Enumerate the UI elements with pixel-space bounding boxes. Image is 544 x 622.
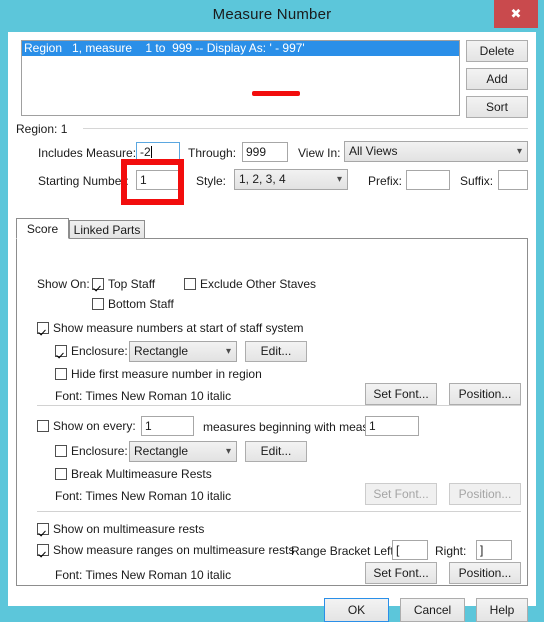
through-input[interactable]: 999	[242, 142, 288, 162]
section-divider-1	[37, 405, 521, 406]
prefix-label: Prefix:	[368, 174, 403, 188]
checkbox-label: Enclosure:	[71, 444, 128, 458]
dialog-client-area: Region 1, measure 1 to 999 -- Display As…	[8, 32, 536, 622]
checkbox-label: Show measure ranges on multimeasure rest…	[53, 543, 295, 557]
checkbox-label: Bottom Staff	[108, 297, 174, 311]
checkbox-top-staff[interactable]: Top Staff	[92, 277, 155, 291]
show-on-label: Show On:	[37, 277, 90, 291]
window-title: Measure Number	[212, 6, 332, 23]
position-button-1[interactable]: Position...	[449, 383, 521, 405]
starting-number-label: Starting Number:	[38, 174, 129, 188]
chevron-down-icon: ▾	[516, 146, 522, 157]
checkbox-box	[37, 322, 49, 334]
tab-score[interactable]: Score	[16, 218, 69, 239]
style-select[interactable]: 1, 2, 3, 4 ▾	[234, 169, 348, 190]
checkbox-hide-first-measure-number[interactable]: Hide first measure number in region	[55, 367, 262, 381]
checkbox-label: Top Staff	[108, 277, 156, 291]
checkbox-label: Enclosure:	[71, 344, 128, 358]
font-label-2: Font: Times New Roman 10 italic	[55, 489, 232, 503]
checkbox-show-at-start[interactable]: Show measure numbers at start of staff s…	[37, 321, 304, 335]
score-tab-panel: Show On: Top Staff Exclude Other Staves …	[16, 238, 528, 586]
close-icon[interactable]: ✖	[494, 0, 538, 28]
checkbox-show-on-every[interactable]: Show on every:	[37, 419, 136, 433]
chevron-down-icon: ▾	[336, 174, 342, 185]
chevron-down-icon: ▾	[225, 446, 231, 457]
checkbox-label: Exclude Other Staves	[200, 277, 317, 291]
sort-button[interactable]: Sort	[466, 96, 528, 118]
checkbox-label: Break Multimeasure Rests	[71, 467, 212, 481]
checkbox-box	[92, 298, 104, 310]
checkbox-show-measure-ranges[interactable]: Show measure ranges on multimeasure rest…	[37, 543, 294, 557]
checkbox-box	[37, 544, 49, 556]
checkbox-show-on-multimeasure-rests[interactable]: Show on multimeasure rests	[37, 522, 204, 536]
range-bracket-right-input[interactable]: ]	[476, 540, 512, 560]
view-in-select[interactable]: All Views ▾	[344, 141, 528, 162]
checkbox-label: Show measure numbers at start of staff s…	[53, 321, 304, 335]
measures-beginning-label: measures beginning with measure:	[203, 420, 390, 434]
checkbox-box	[55, 345, 67, 357]
tab-linked-parts[interactable]: Linked Parts	[69, 220, 145, 239]
title-bar: Measure Number ✖	[0, 0, 544, 32]
checkbox-box	[37, 420, 49, 432]
measure-number-dialog: Measure Number ✖ Region 1, measure 1 to …	[0, 0, 544, 622]
range-bracket-left-label: Range Bracket Left:	[291, 544, 398, 558]
checkbox-enclosure-1[interactable]: Enclosure:	[55, 344, 128, 358]
ok-button[interactable]: OK	[324, 598, 389, 622]
cancel-button[interactable]: Cancel	[400, 598, 465, 622]
set-font-button-3[interactable]: Set Font...	[365, 562, 437, 584]
checkbox-break-multimeasure-rests[interactable]: Break Multimeasure Rests	[55, 467, 212, 481]
view-in-label: View In:	[298, 146, 341, 160]
set-font-button-1[interactable]: Set Font...	[365, 383, 437, 405]
help-button[interactable]: Help	[476, 598, 528, 622]
suffix-label: Suffix:	[460, 174, 494, 188]
annotation-rectangle	[121, 159, 184, 205]
delete-button[interactable]: Delete	[466, 40, 528, 62]
checkbox-box	[37, 523, 49, 535]
checkbox-box	[55, 468, 67, 480]
annotation-underline	[252, 91, 300, 96]
includes-measure-label: Includes Measure:	[38, 146, 137, 160]
range-bracket-right-label: Right:	[435, 544, 467, 558]
region-listbox[interactable]: Region 1, measure 1 to 999 -- Display As…	[21, 40, 460, 116]
checkbox-box	[184, 278, 196, 290]
checkbox-box	[55, 368, 67, 380]
measures-beginning-input[interactable]: 1	[365, 416, 419, 436]
checkbox-enclosure-2[interactable]: Enclosure:	[55, 444, 128, 458]
add-button[interactable]: Add	[466, 68, 528, 90]
region-group-divider	[83, 128, 528, 129]
text-caret	[150, 146, 152, 158]
edit-button-2[interactable]: Edit...	[245, 441, 307, 462]
through-label: Through:	[188, 146, 237, 160]
enclosure-select-2[interactable]: Rectangle ▾	[129, 441, 237, 462]
region-header-label: Region: 1	[16, 122, 68, 136]
checkbox-exclude-other-staves[interactable]: Exclude Other Staves	[184, 277, 316, 291]
font-label-3: Font: Times New Roman 10 italic	[55, 568, 232, 582]
list-item[interactable]: Region 1, measure 1 to 999 -- Display As…	[22, 41, 459, 56]
enclosure-select-1[interactable]: Rectangle ▾	[129, 341, 237, 362]
show-on-every-input[interactable]: 1	[141, 416, 194, 436]
chevron-down-icon: ▾	[225, 346, 231, 357]
font-label-1: Font: Times New Roman 10 italic	[55, 389, 232, 403]
prefix-input[interactable]	[406, 170, 450, 190]
range-bracket-left-input[interactable]: [	[392, 540, 428, 560]
checkbox-label: Show on multimeasure rests	[53, 522, 205, 536]
checkbox-bottom-staff[interactable]: Bottom Staff	[92, 297, 174, 311]
position-button-2: Position...	[449, 483, 521, 505]
checkbox-label: Hide first measure number in region	[71, 367, 262, 381]
edit-button-1[interactable]: Edit...	[245, 341, 307, 362]
suffix-input[interactable]	[498, 170, 528, 190]
section-divider-2	[37, 511, 521, 512]
position-button-3[interactable]: Position...	[449, 562, 521, 584]
checkbox-box	[92, 278, 104, 290]
style-label: Style:	[196, 174, 227, 188]
checkbox-box	[55, 445, 67, 457]
set-font-button-2: Set Font...	[365, 483, 437, 505]
checkbox-label: Show on every:	[53, 419, 136, 433]
